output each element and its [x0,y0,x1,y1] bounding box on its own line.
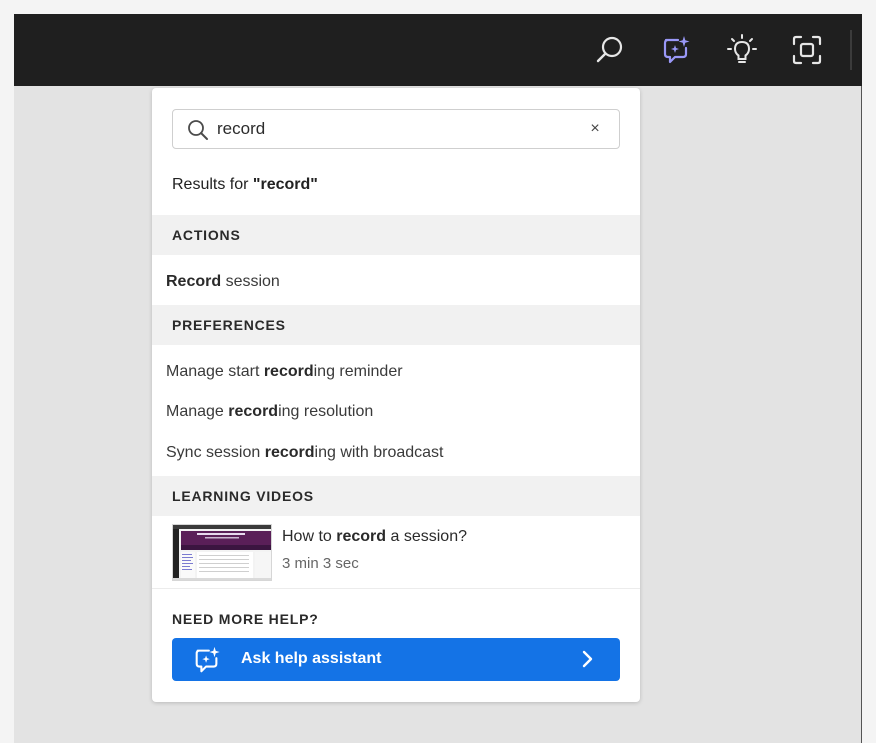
section-header-learning-videos: LEARNING VIDEOS [152,476,640,516]
result-text-pre: Sync session [166,444,265,461]
search-icon [187,119,209,146]
video-title: How to record a session? [282,528,467,546]
result-item-record-session[interactable]: Record session [166,273,280,291]
result-item-sync-recording-broadcast[interactable]: Sync session recording with broadcast [166,444,443,462]
learning-video-item[interactable]: How to record a session? 3 min 3 sec [172,524,620,582]
result-text-post: ing resolution [278,403,374,420]
results-query: "record" [252,176,318,193]
ask-help-assistant-button[interactable]: Ask help assistant [172,638,620,681]
lightbulb-icon[interactable] [725,33,759,67]
result-text-post: session [221,273,280,290]
results-summary: Results for "record" [172,176,318,194]
section-header-preferences: PREFERENCES [152,305,640,345]
help-assistant-icon [192,645,222,678]
need-more-help-label: NEED MORE HELP? [172,611,319,627]
result-text-match: record [264,444,315,461]
video-title-post: a session? [386,528,467,545]
help-divider [152,588,640,589]
result-text-pre: Manage start [166,363,264,380]
result-item-start-recording-reminder[interactable]: Manage start recording reminder [166,363,403,381]
result-text-match: record [228,403,279,420]
video-title-match: record [336,528,387,545]
result-text-post: ing with broadcast [314,444,444,461]
video-title-pre: How to [282,528,337,545]
toolbar-divider [850,30,852,70]
result-text-match: record [263,363,314,380]
top-toolbar [14,14,862,86]
section-header-actions: ACTIONS [152,215,640,255]
focus-frame-icon[interactable] [790,33,824,67]
ask-help-assistant-label: Ask help assistant [241,650,382,667]
clear-search-button[interactable]: × [585,118,605,140]
chevron-right-icon [582,650,594,671]
result-text-post: ing reminder [313,363,403,380]
result-item-recording-resolution[interactable]: Manage recording resolution [166,403,373,421]
results-prefix: Results for [172,176,253,193]
video-thumbnail [172,524,272,581]
result-text-pre: Manage [166,403,229,420]
search-input[interactable] [217,116,577,142]
search-icon[interactable] [593,33,627,67]
video-duration: 3 min 3 sec [282,555,359,572]
help-assistant-icon[interactable] [659,33,693,67]
search-field[interactable]: × [172,109,620,149]
search-results-panel: × Results for "record" ACTIONS Record se… [152,88,640,702]
result-text-match: Record [166,273,222,290]
